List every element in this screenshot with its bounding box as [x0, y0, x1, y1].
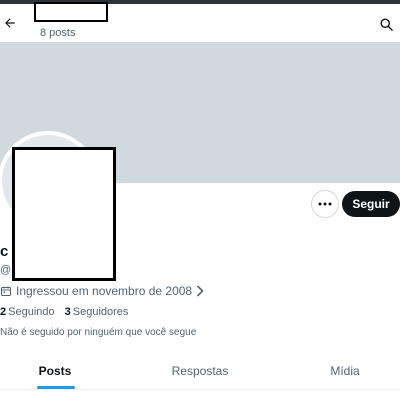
follow-button[interactable]: Seguir: [342, 191, 400, 217]
following-label: Seguindo: [8, 306, 55, 318]
search-button[interactable]: [376, 14, 396, 34]
redacted-avatar-box: [12, 147, 116, 281]
followed-by-note: Não é seguido por ninguém que você segue: [0, 327, 197, 338]
followers-count: 3: [64, 306, 71, 318]
joined-text: Ingressou em novembro de 2008: [16, 284, 193, 298]
more-options-button[interactable]: [311, 190, 339, 218]
header-title-redacted: [34, 2, 108, 22]
follow-stats: 2 Seguindo 3 Seguidores: [0, 306, 128, 318]
followers-link[interactable]: 3 Seguidores: [65, 306, 129, 318]
header-post-count: 8 posts: [40, 27, 76, 39]
display-name: c: [0, 243, 9, 260]
calendar-icon: [1, 286, 11, 296]
handle: @: [0, 264, 12, 276]
active-tab-indicator: [37, 386, 75, 389]
more-horizontal-icon: [318, 202, 332, 206]
followers-label: Seguidores: [72, 306, 129, 318]
arrow-left-icon: [5, 18, 15, 28]
joined-date[interactable]: Ingressou em novembro de 2008: [0, 283, 204, 299]
tab-replies[interactable]: Respostas: [160, 352, 240, 390]
back-button[interactable]: [0, 12, 20, 34]
following-link[interactable]: 2 Seguindo: [0, 306, 55, 318]
profile-page: 8 posts Seguir c @ Ingressou em novembro…: [0, 0, 400, 400]
following-count: 2: [0, 306, 7, 318]
profile-tabs: Posts Respostas Mídia: [0, 352, 400, 390]
search-icon: [380, 18, 393, 31]
tab-posts[interactable]: Posts: [30, 352, 80, 390]
tab-media[interactable]: Mídia: [320, 352, 370, 390]
chevron-right-icon: [197, 285, 204, 297]
